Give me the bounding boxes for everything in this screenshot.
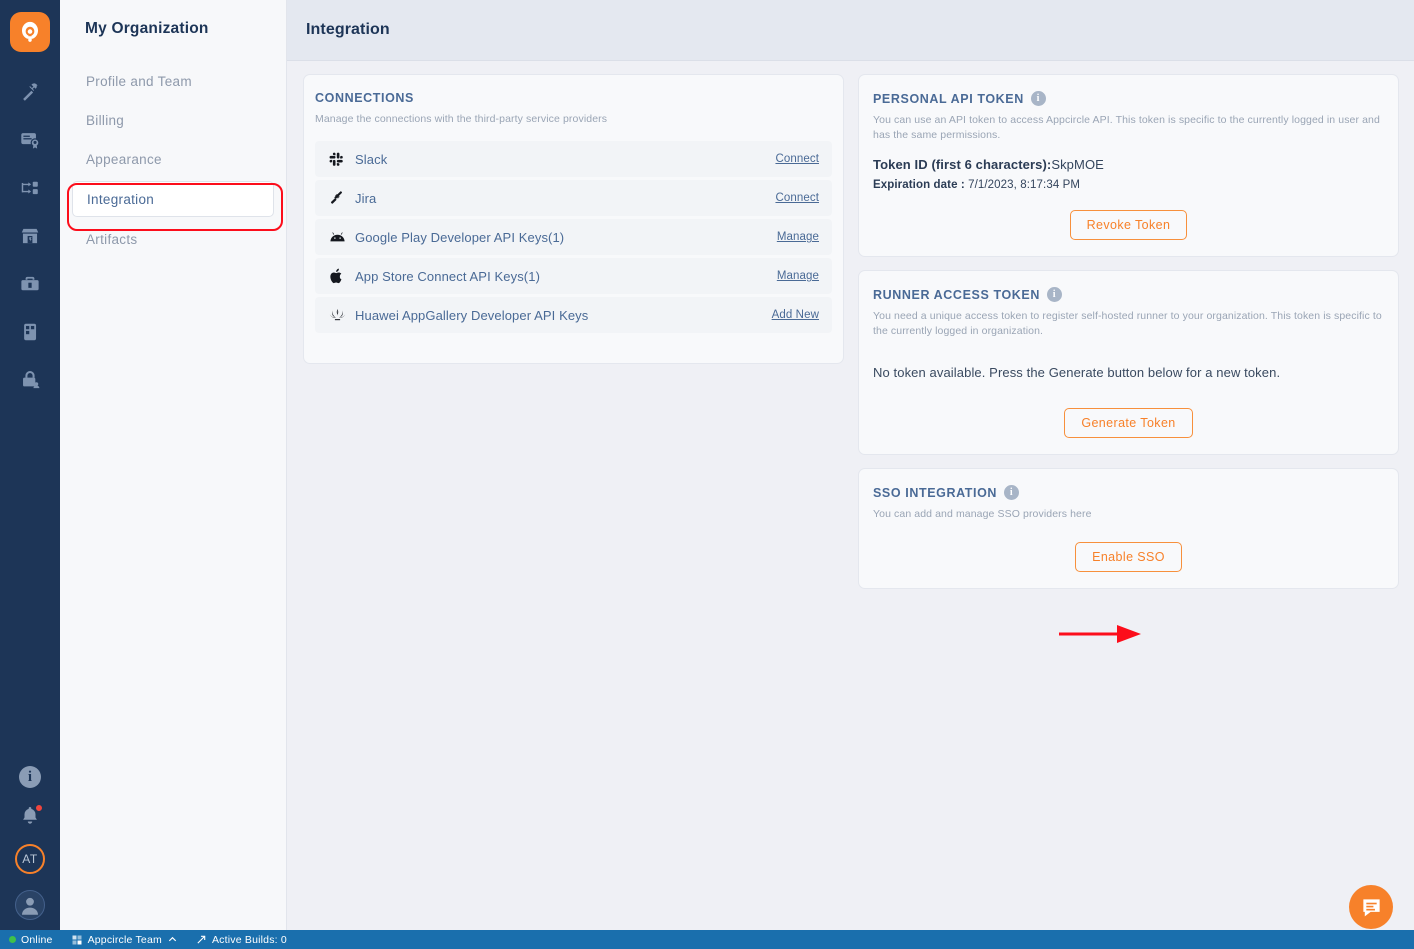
runner-access-token-card: RUNNER ACCESS TOKEN i You need a unique … bbox=[858, 270, 1399, 643]
sidebar-item-profile-and-team[interactable]: Profile and Team bbox=[72, 64, 274, 98]
connections-card: CONNECTIONS Manage the connections with … bbox=[303, 74, 844, 364]
connection-name: Google Play Developer API Keys(1) bbox=[355, 229, 565, 245]
connection-action-link[interactable]: Connect bbox=[775, 153, 819, 165]
list-item[interactable]: Google Play Developer API Keys(1) Manage bbox=[315, 219, 832, 256]
top-header-bar: Integration bbox=[287, 0, 1414, 61]
list-item[interactable]: App Store Connect API Keys(1) Manage bbox=[315, 258, 832, 295]
sidebar-item-label: Billing bbox=[86, 112, 125, 128]
connections-title-text: CONNECTIONS bbox=[315, 91, 414, 105]
runner-token-empty-message: No token available. Press the Generate b… bbox=[873, 365, 1281, 381]
sidebar-item-label: Artifacts bbox=[86, 231, 138, 247]
sidebar-item-label: Appearance bbox=[86, 151, 162, 167]
status-online-label: Online bbox=[21, 933, 53, 946]
list-item[interactable]: Slack Connect bbox=[315, 141, 832, 178]
page-title: My Organization bbox=[85, 20, 209, 37]
personal-api-token-description: You can use an API token to access Appci… bbox=[873, 114, 1380, 142]
info-icon[interactable]: i bbox=[1046, 287, 1062, 302]
connection-name: Jira bbox=[355, 190, 377, 206]
header-title: Integration bbox=[306, 21, 390, 38]
status-team-selector[interactable]: Appcircle Team bbox=[62, 930, 187, 949]
expiration-value: 7/1/2023, 8:17:34 PM bbox=[968, 179, 1081, 192]
organization-sidebar: My Organization Profile and Team Billing… bbox=[60, 0, 287, 949]
personal-api-token-title-text: PERSONAL API TOKEN bbox=[873, 91, 1024, 106]
runner-access-token-description: You need a unique access token to regist… bbox=[873, 310, 1382, 338]
status-active-builds-label: Active Builds: 0 bbox=[211, 933, 287, 946]
chat-bubble-icon[interactable] bbox=[1349, 885, 1393, 929]
runner-access-token-actions: Generate Token bbox=[859, 408, 1398, 438]
token-id-row: Token ID (first 6 characters):SkpMOE bbox=[873, 157, 1384, 172]
runner-access-token-title-text: RUNNER ACCESS TOKEN bbox=[873, 287, 1040, 302]
status-bar: Online Appcircle Team Active Builds: 0 bbox=[0, 930, 1414, 949]
online-dot-icon bbox=[9, 936, 16, 943]
connection-action-link[interactable]: Manage bbox=[777, 270, 819, 282]
rail-item-signing-identity[interactable] bbox=[0, 124, 60, 156]
huawei-icon bbox=[329, 308, 351, 322]
status-online: Online bbox=[0, 930, 62, 949]
rail-item-distribution[interactable] bbox=[0, 172, 60, 204]
status-team-label: Appcircle Team bbox=[87, 933, 162, 946]
status-active-builds[interactable]: Active Builds: 0 bbox=[187, 930, 296, 949]
connections-list: Slack Connect Jira Connect Google Play D… bbox=[315, 141, 832, 334]
sidebar-item-label: Integration bbox=[87, 191, 155, 207]
rail-item-testing-distribution[interactable] bbox=[0, 316, 60, 348]
rail-bottom-group: i AT bbox=[0, 766, 60, 920]
revoke-token-button[interactable]: Revoke Token bbox=[1069, 210, 1188, 240]
connections-title: CONNECTIONS bbox=[315, 91, 832, 105]
sidebar-item-label: Profile and Team bbox=[86, 73, 192, 89]
slack-icon bbox=[329, 152, 351, 167]
rail-item-store-submit[interactable] bbox=[0, 220, 60, 252]
sidebar-item-appearance[interactable]: Appearance bbox=[72, 142, 274, 176]
build-arrow-icon bbox=[197, 935, 206, 944]
rail-item-build[interactable] bbox=[0, 76, 60, 108]
token-id-value: SkpMOE bbox=[1051, 157, 1104, 173]
connections-subtitle: Manage the connections with the third-pa… bbox=[315, 113, 608, 125]
android-icon bbox=[329, 231, 351, 243]
sidebar-nav: Profile and Team Billing Appearance Inte… bbox=[60, 64, 286, 256]
connection-action-link[interactable]: Manage bbox=[777, 231, 819, 243]
annotation-arrow bbox=[1059, 625, 1141, 643]
chevron-up-icon bbox=[168, 936, 177, 942]
info-icon[interactable]: i bbox=[1004, 485, 1020, 500]
sidebar-item-billing[interactable]: Billing bbox=[72, 103, 274, 137]
bell-icon[interactable] bbox=[18, 804, 43, 828]
icon-rail: i AT bbox=[0, 0, 60, 949]
sso-integration-title: SSO INTEGRATION i bbox=[873, 485, 1384, 500]
appcircle-logo-icon[interactable] bbox=[10, 12, 50, 52]
app-root: i AT My Organization Profile and Team Bi… bbox=[0, 0, 1414, 949]
info-icon[interactable]: i bbox=[19, 766, 41, 788]
enable-sso-button[interactable]: Enable SSO bbox=[1075, 542, 1182, 572]
sidebar-item-artifacts[interactable]: Artifacts bbox=[72, 222, 274, 256]
info-icon[interactable]: i bbox=[1030, 91, 1046, 106]
rail-item-enterprise-app-store[interactable] bbox=[0, 364, 60, 396]
notification-badge bbox=[35, 804, 43, 812]
connection-action-link[interactable]: Connect bbox=[775, 192, 819, 204]
main-content: CONNECTIONS Manage the connections with … bbox=[287, 61, 1414, 949]
runner-access-token-title: RUNNER ACCESS TOKEN i bbox=[873, 287, 1384, 302]
sso-integration-description: You can add and manage SSO providers her… bbox=[873, 508, 1092, 520]
personal-api-token-actions: Revoke Token bbox=[859, 210, 1398, 240]
token-id-label: Token ID (first 6 characters): bbox=[873, 157, 1052, 173]
list-item[interactable]: Jira Connect bbox=[315, 180, 832, 217]
generate-token-button[interactable]: Generate Token bbox=[1064, 408, 1193, 438]
rail-item-toolbox[interactable] bbox=[0, 268, 60, 300]
connection-name: Slack bbox=[355, 151, 388, 167]
sso-integration-actions: Enable SSO bbox=[859, 542, 1398, 572]
sso-integration-title-text: SSO INTEGRATION bbox=[873, 485, 998, 500]
expiration-row: Expiration date : 7/1/2023, 8:17:34 PM bbox=[873, 179, 1384, 191]
apple-icon bbox=[329, 268, 351, 284]
sso-integration-card: SSO INTEGRATION i You can add and manage… bbox=[858, 468, 1399, 589]
team-icon bbox=[72, 935, 82, 944]
rail-items bbox=[0, 76, 60, 396]
connection-action-link[interactable]: Add New bbox=[772, 309, 819, 321]
list-item[interactable]: Huawei AppGallery Developer API Keys Add… bbox=[315, 297, 832, 334]
personal-api-token-card: PERSONAL API TOKEN i You can use an API … bbox=[858, 74, 1399, 257]
person-avatar-icon[interactable] bbox=[15, 890, 45, 920]
sidebar-item-integration[interactable]: Integration bbox=[72, 181, 274, 217]
connection-name: App Store Connect API Keys(1) bbox=[355, 268, 540, 284]
expiration-label: Expiration date : bbox=[873, 179, 965, 192]
personal-api-token-title: PERSONAL API TOKEN i bbox=[873, 91, 1384, 106]
jira-icon bbox=[329, 191, 351, 206]
connection-name: Huawei AppGallery Developer API Keys bbox=[355, 307, 589, 323]
avatar[interactable]: AT bbox=[15, 844, 45, 874]
